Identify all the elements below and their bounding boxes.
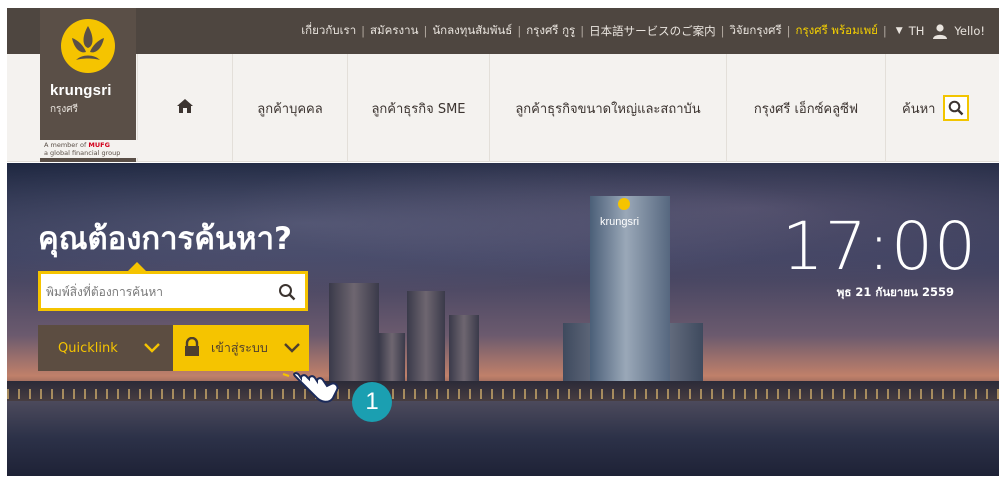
user-name[interactable]: Yello!: [954, 24, 985, 38]
top-link-krungsri-guru[interactable]: กรุงศรี กูรู: [526, 22, 575, 40]
logo-thai: กรุงศรี: [50, 104, 79, 115]
krungsri-emblem-icon: [61, 19, 115, 73]
krungsri-tower: krungsri: [590, 196, 670, 386]
top-link-about[interactable]: เกี่ยวกับเรา: [301, 22, 356, 40]
clock-date: พุธ 21 กันยายน 2559: [836, 285, 954, 299]
separator: |: [720, 24, 725, 38]
separator: |: [361, 24, 366, 38]
separator: |: [580, 24, 585, 38]
pointing-hand-icon: [282, 362, 339, 403]
chevron-down-icon: [143, 338, 161, 360]
page: เกี่ยวกับเรา | สมัครงาน | นักลงทุนสัมพัน…: [7, 8, 999, 476]
tower-sign: krungsri: [600, 216, 640, 228]
nav-personal-label: ลูกค้าบุคคล: [257, 101, 323, 117]
login-label: เข้าสู่ระบบ: [211, 340, 268, 355]
river: [7, 401, 999, 476]
separator: |: [882, 24, 887, 38]
caret-down-icon[interactable]: ▼: [896, 26, 903, 36]
logo-wordmark: krungsri: [50, 82, 112, 99]
top-utility-bar: เกี่ยวกับเรา | สมัครงาน | นักลงทุนสัมพัน…: [7, 8, 999, 54]
separator: |: [517, 24, 522, 38]
step-number-badge: 1: [352, 382, 392, 422]
hero-banner: krungsri คุณต้องการค้นหา? Quicklink เข้า…: [7, 163, 999, 476]
member-line1: A member of: [44, 141, 87, 149]
member-line2: a global financial group: [44, 149, 121, 157]
building: [407, 291, 445, 388]
top-link-promptpay[interactable]: กรุงศรี พร้อมเพย์: [796, 22, 878, 40]
krungsri-logo[interactable]: krungsri กรุงศรี A member of MUFG a glob…: [40, 8, 170, 162]
top-link-investor-relations[interactable]: นักลงทุนสัมพันธ์: [432, 22, 512, 40]
nav-search-label: ค้นหา: [902, 101, 936, 117]
language-selector[interactable]: TH: [909, 24, 925, 38]
separator: |: [423, 24, 428, 38]
nav-corporate[interactable]: ลูกค้าธุรกิจขนาดใหญ่และสถาบัน: [489, 54, 726, 162]
mufg-brand: MUFG: [88, 141, 110, 149]
quicklink-label: Quicklink: [58, 340, 118, 356]
hero-title: คุณต้องการค้นหา?: [38, 221, 292, 257]
top-links: เกี่ยวกับเรา | สมัครงาน | นักลงทุนสัมพัน…: [301, 8, 985, 54]
quicklink-button[interactable]: Quicklink: [38, 325, 173, 371]
hero-search-box: [38, 262, 308, 311]
tower-emblem-icon: [618, 198, 630, 210]
separator: |: [786, 24, 791, 38]
lock-icon: [183, 336, 201, 360]
search-icon[interactable]: [943, 95, 970, 121]
search-icon[interactable]: [275, 280, 299, 304]
top-link-research[interactable]: วิจัยกรุงศรี: [729, 22, 781, 40]
top-link-careers[interactable]: สมัครงาน: [370, 22, 418, 40]
nav-sme[interactable]: ลูกค้าธุรกิจ SME: [347, 54, 489, 162]
clock-time: 17:00: [781, 208, 977, 285]
hero-search-input[interactable]: [46, 280, 266, 304]
top-link-japanese-service[interactable]: 日本語サービスのご案内: [589, 23, 716, 39]
user-icon[interactable]: [932, 23, 948, 39]
building: [379, 333, 405, 388]
nav-search[interactable]: ค้นหา: [885, 54, 999, 162]
home-icon: [176, 98, 194, 118]
city-lights: [7, 389, 999, 399]
chevron-down-icon: [283, 338, 301, 359]
nav-personal[interactable]: ลูกค้าบุคคล: [232, 54, 347, 162]
nav-exclusive[interactable]: กรุงศรี เอ็กซ์คลูซีฟ: [726, 54, 885, 162]
nav-exclusive-label: กรุงศรี เอ็กซ์คลูซีฟ: [753, 101, 859, 117]
nav-sme-label: ลูกค้าธุรกิจ SME: [371, 101, 466, 117]
nav-corporate-label: ลูกค้าธุรกิจขนาดใหญ่และสถาบัน: [515, 101, 701, 117]
building: [449, 315, 479, 388]
mufg-member-note: A member of MUFG a global financial grou…: [40, 140, 170, 158]
